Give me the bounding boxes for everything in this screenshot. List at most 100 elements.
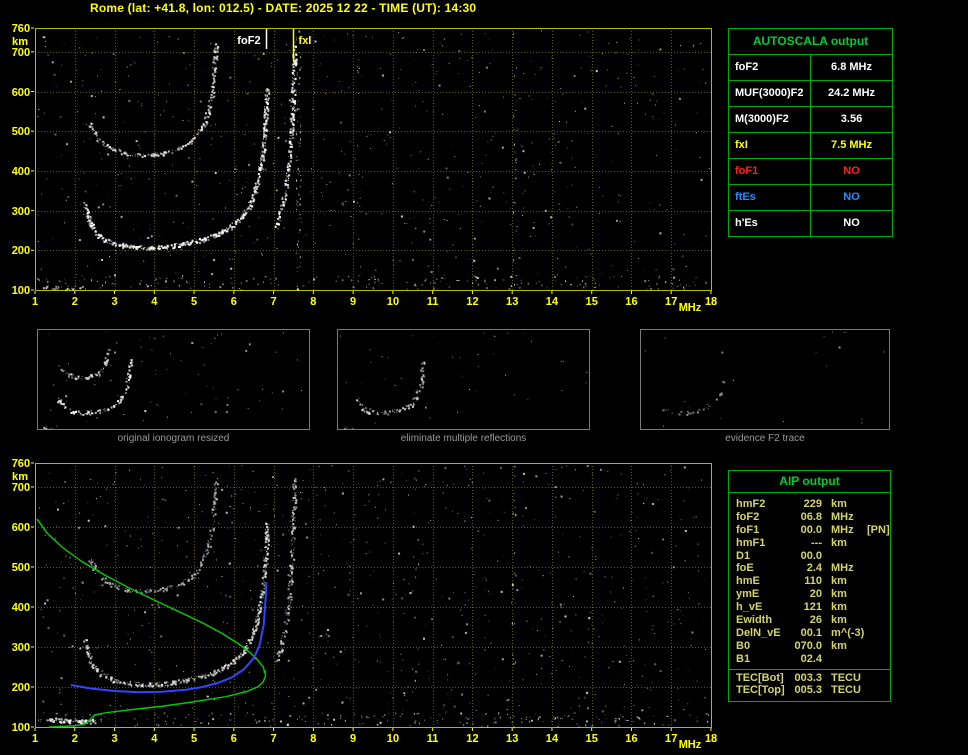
aip-row-unit: km xyxy=(831,575,847,588)
aip-row-unit: MHz xyxy=(831,523,854,536)
aip-row-label: foF2 xyxy=(736,510,760,523)
table-row: DelN_vE 00.1 m^(-3) xyxy=(729,627,890,640)
aip-row-value: 003.3 xyxy=(794,671,822,684)
page-title: Rome (lat: +41.8, lon: 012.5) - DATE: 20… xyxy=(90,1,477,15)
aip-row-label: foF1 xyxy=(736,523,760,536)
autoscala-row-label: foF2 xyxy=(735,61,759,73)
aip-row-label: B0 xyxy=(736,639,751,652)
thumbnail-evidence-f2-trace xyxy=(640,329,890,430)
autoscala-app-window: Rome (lat: +41.8, lon: 012.5) - DATE: 20… xyxy=(0,0,968,755)
aip-row-extra xyxy=(865,588,867,601)
aip-row-value: 005.3 xyxy=(794,684,822,697)
table-row: TEC[Bot] 003.3 TECU xyxy=(729,672,890,685)
table-row: hmF2 229 km xyxy=(729,498,890,511)
aip-row-label: B1 xyxy=(736,652,751,665)
aip-row-value: 02.4 xyxy=(800,652,822,665)
table-row: B1 02.4 xyxy=(729,653,890,666)
aip-row-label: hmE xyxy=(736,575,760,588)
aip-row-unit xyxy=(822,550,865,563)
aip-row-label: h_vE xyxy=(736,601,763,614)
aip-row-extra xyxy=(865,562,867,575)
autoscala-row-value: NO xyxy=(810,211,892,236)
aip-row-unit: MHz xyxy=(831,562,854,575)
aip-row-value: 110 xyxy=(804,575,822,588)
aip-row-extra xyxy=(865,653,867,666)
aip-row-unit: MHz xyxy=(831,510,854,523)
aip-row-value: 06.8 xyxy=(800,510,822,523)
thumbnail-caption-eliminate: eliminate multiple reflections xyxy=(400,433,527,444)
thumbnail-eliminate-reflections xyxy=(337,329,590,430)
autoscala-row-value: 3.56 xyxy=(810,107,892,132)
aip-row-value: 229 xyxy=(803,498,822,510)
autoscala-row-label: M(3000)F2 xyxy=(735,113,789,125)
aip-row-label: TEC[Bot] xyxy=(736,671,784,684)
tec-section-divider xyxy=(729,668,890,670)
top-ionogram-plot xyxy=(0,20,726,316)
aip-row-extra xyxy=(865,614,867,627)
aip-row-unit: km xyxy=(831,498,847,510)
aip-row-label: D1 xyxy=(736,549,751,562)
autoscala-row-label: ftEs xyxy=(735,191,756,203)
aip-row-label: TEC[Top] xyxy=(736,684,785,697)
autoscala-table-header: AUTOSCALA output xyxy=(729,29,892,55)
aip-row-value: 121 xyxy=(803,601,822,614)
autoscala-row-value: NO xyxy=(810,185,892,210)
aip-output-table: AIP output hmF2 229 km foF2 06.8 MHz foF… xyxy=(728,470,891,703)
aip-row-value: 00.1 xyxy=(800,626,822,639)
aip-row-unit: TECU xyxy=(831,684,861,697)
table-row: fxI 7.5 MHz xyxy=(729,133,892,159)
thumbnail-caption-original: original ionogram resized xyxy=(117,433,230,444)
aip-row-extra xyxy=(865,601,867,614)
aip-row-label: DelN_vE xyxy=(736,626,781,639)
thumbnail-caption-evidence: evidence F2 trace xyxy=(725,433,805,444)
aip-row-extra xyxy=(865,537,867,550)
aip-table-header: AIP output xyxy=(728,470,891,493)
aip-row-value: 26 xyxy=(809,614,822,627)
aip-row-unit: km xyxy=(831,536,847,549)
table-row: MUF(3000)F2 24.2 MHz xyxy=(729,81,892,107)
aip-table-body: hmF2 229 km foF2 06.8 MHz foF1 00.0 MHz … xyxy=(728,493,891,703)
table-row: M(3000)F2 3.56 xyxy=(729,107,892,133)
aip-row-value: 070.0 xyxy=(794,639,822,652)
table-row: ymE 20 km xyxy=(729,588,890,601)
aip-row-label: Ewidth xyxy=(736,614,773,627)
bottom-ionogram-plot xyxy=(0,456,726,755)
aip-row-unit: km xyxy=(831,601,847,614)
table-row: D1 00.0 xyxy=(729,550,890,563)
aip-row-label: hmF2 xyxy=(736,498,766,510)
table-row: TEC[Top] 005.3 TECU xyxy=(729,684,890,697)
aip-row-unit: km xyxy=(831,614,847,627)
aip-row-value: 2.4 xyxy=(806,562,822,575)
autoscala-row-value: 6.8 MHz xyxy=(810,55,892,80)
autoscala-row-label: foF1 xyxy=(735,165,759,177)
autoscala-row-label: MUF(3000)F2 xyxy=(735,87,804,99)
aip-row-value: 00.0 xyxy=(800,549,822,562)
table-row: foE 2.4 MHz xyxy=(729,562,890,575)
table-row: ftEs NO xyxy=(729,185,892,211)
aip-row-extra xyxy=(865,498,867,511)
autoscala-row-label: fxI xyxy=(735,139,748,151)
aip-row-extra xyxy=(865,575,867,588)
table-row: foF2 06.8 MHz xyxy=(729,511,890,524)
autoscala-row-value: 7.5 MHz xyxy=(810,133,892,158)
aip-row-extra xyxy=(865,550,867,563)
aip-row-unit: km xyxy=(831,588,847,601)
aip-row-label: foE xyxy=(736,562,754,575)
table-row: hmF1 --- km xyxy=(729,537,890,550)
aip-row-extra xyxy=(865,640,867,653)
aip-row-label: ymE xyxy=(736,588,760,601)
table-row: foF2 6.8 MHz xyxy=(729,55,892,81)
aip-row-value: 00.0 xyxy=(800,523,822,536)
autoscala-row-label: h'Es xyxy=(735,217,758,229)
aip-row-unit xyxy=(822,653,865,666)
table-row: Ewidth 26 km xyxy=(729,614,890,627)
thumbnail-original-ionogram xyxy=(37,329,310,430)
table-row: h'Es NO xyxy=(729,211,892,236)
table-row: foF1 00.0 MHz [PN] xyxy=(729,524,890,537)
aip-row-value: 20 xyxy=(809,588,822,601)
aip-row-extra xyxy=(865,627,867,640)
table-row: foF1 NO xyxy=(729,159,892,185)
aip-row-unit: TECU xyxy=(831,671,861,684)
aip-row-extra: [PN] xyxy=(867,523,890,536)
autoscala-row-value: NO xyxy=(810,159,892,184)
